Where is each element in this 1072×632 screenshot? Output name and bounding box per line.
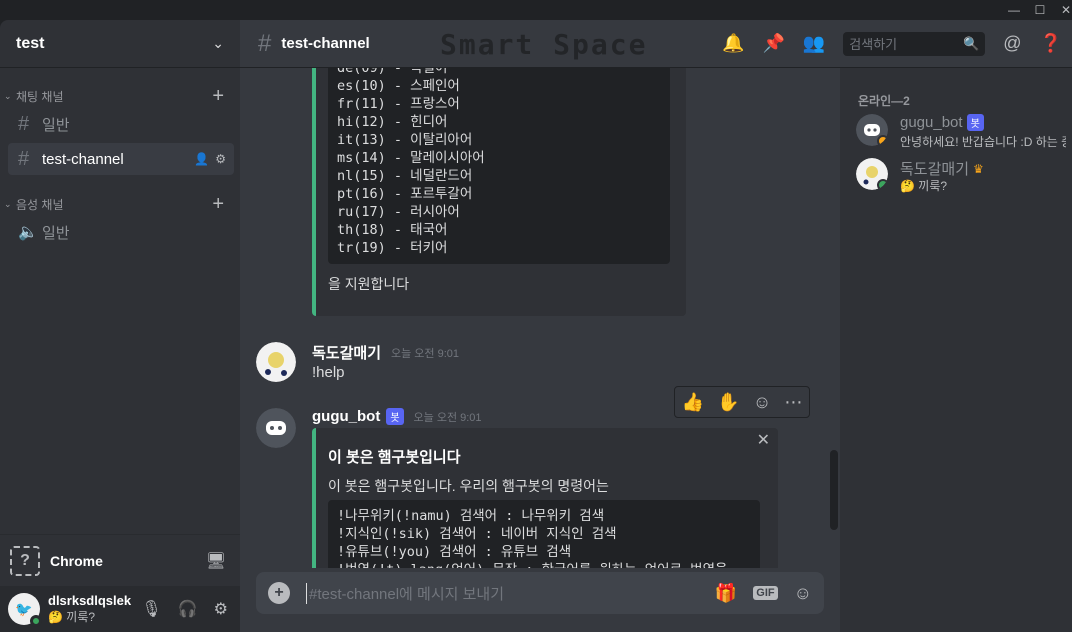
gif-button[interactable]: GIF — [753, 586, 778, 600]
avatar[interactable] — [256, 408, 296, 448]
add-channel-icon[interactable]: + — [212, 86, 224, 106]
channel-item-general[interactable]: # 일반 — [8, 108, 234, 140]
code-block: de(09) - 독일어 es(10) - 스페인어 fr(11) - 프랑스어… — [328, 68, 670, 264]
upload-plus-icon[interactable]: + — [268, 582, 290, 604]
minimize-button[interactable]: — — [1004, 2, 1024, 18]
collapse-arrow-icon: ⌄ — [4, 198, 12, 209]
channel-title: test-channel — [281, 35, 370, 52]
watermark: Smart Space — [440, 28, 648, 61]
embed-footer-text: 을 지원합니다 — [328, 276, 410, 292]
message-actions-toolbar: 👍 ✋ ☺ ⋯ — [674, 386, 810, 418]
gear-icon[interactable]: ⚙ — [215, 152, 226, 166]
online-status-icon — [30, 615, 42, 627]
channel-label: 일반 — [42, 116, 70, 134]
voice-channel-general[interactable]: 🔈 일반 — [8, 216, 234, 248]
server-header[interactable]: test ⌄ — [0, 20, 240, 68]
hash-icon: # — [18, 112, 30, 135]
search-icon: 🔍 — [963, 35, 980, 51]
timestamp: 오늘 오전 9:01 — [391, 347, 460, 360]
headphones-icon[interactable]: 🎧 — [178, 599, 198, 619]
window-titlebar: — ☐ ✕ — [0, 0, 1072, 20]
chevron-down-icon[interactable]: ⌄ — [212, 35, 224, 52]
invite-icon[interactable]: 👤 — [194, 152, 209, 166]
microphone-icon[interactable]: 🎙 — [141, 599, 161, 619]
gear-icon[interactable]: ⚙ — [214, 599, 228, 619]
message-input[interactable]: #test-channel에 메시지 보내기 — [306, 582, 504, 604]
mention-icon[interactable]: @ — [1003, 33, 1021, 54]
avatar[interactable]: 🐦 — [8, 593, 42, 627]
speaker-icon: 🔈 — [18, 224, 38, 241]
channel-label: test-channel — [42, 150, 124, 168]
channel-topbar: # test-channel Smart Space 🔔 📌 👥 검색하기 🔍 … — [240, 20, 1072, 68]
category-label: 음성 채널 — [16, 197, 64, 212]
maximize-button[interactable]: ☐ — [1030, 2, 1050, 18]
username: dlsrksdlqslek — [48, 593, 132, 608]
user-panel: 🐦 dlsrksdlqslek 🤔 끼룩? 🎙 🎧 ⚙ — [0, 586, 240, 632]
member-name: gugu_bot — [900, 114, 963, 131]
bot-badge: 봇 — [966, 114, 984, 131]
channel-label: 일반 — [42, 224, 70, 242]
add-reaction-icon[interactable]: ☺ — [753, 392, 771, 413]
pin-icon[interactable]: 📌 — [762, 33, 784, 54]
code-block: !나무위키(!namu) 검색어 : 나무위키 검색 !지식인(!sik) 검색… — [328, 500, 760, 568]
help-icon[interactable]: ❓ — [1040, 33, 1062, 54]
avatar — [856, 114, 888, 146]
unknown-game-icon: ? — [10, 545, 40, 576]
server-name: test — [16, 34, 45, 52]
avatar[interactable] — [256, 342, 296, 382]
bot-badge: 봇 — [386, 408, 404, 425]
member-list-header: 온라인—2 — [858, 94, 910, 108]
message-composer[interactable]: + #test-channel에 메시지 보내기 🎁 GIF ☺ — [256, 572, 824, 614]
embed: ✕ 이 봇은 햄구봇입니다 이 봇은 햄구봇입니다. 우리의 햄구봇의 명령어는… — [312, 428, 778, 568]
bell-icon[interactable]: 🔔 — [722, 33, 744, 54]
member-list: 온라인—2 gugu_bot 봇 안녕하세요! 반갑습니다 :D 하는 중 독도… — [840, 68, 1072, 632]
embed-title: 이 봇은 햄구봇입니다 — [328, 449, 461, 466]
activity-name: Chrome — [50, 552, 103, 569]
add-channel-icon[interactable]: + — [212, 194, 224, 214]
channel-item-test-channel[interactable]: # test-channel 👤 ⚙ — [8, 143, 234, 175]
embed: de(09) - 독일어 es(10) - 스페인어 fr(11) - 프랑스어… — [312, 68, 686, 316]
timestamp: 오늘 오전 9:01 — [413, 411, 482, 424]
voice-channel-category[interactable]: ⌄ 음성 채널 + — [0, 194, 240, 214]
thumbs-up-icon[interactable]: 👍 — [682, 392, 704, 413]
channel-sidebar: test ⌄ ⌄ 채팅 채널 + # 일반 # test-channel 👤 ⚙… — [0, 20, 240, 632]
screen-share-icon[interactable]: 🖥 — [206, 551, 226, 571]
member-status: 🤔 끼룩? — [900, 179, 948, 193]
hash-icon: # — [18, 147, 30, 170]
gift-icon[interactable]: 🎁 — [715, 583, 737, 604]
close-icon[interactable]: ✕ — [757, 430, 770, 450]
avatar — [856, 158, 888, 190]
message-list: de(09) - 독일어 es(10) - 스페인어 fr(11) - 프랑스어… — [240, 68, 840, 568]
hash-icon: # — [258, 29, 272, 57]
collapse-arrow-icon: ⌄ — [4, 90, 12, 101]
more-icon[interactable]: ⋯ — [784, 392, 802, 413]
member-name: 독도갈매기 — [900, 161, 970, 178]
embed-description: 이 봇은 햄구봇입니다. 우리의 햄구봇의 명령어는 — [328, 478, 609, 494]
crown-icon: ♛ — [973, 161, 984, 176]
search-placeholder: 검색하기 — [849, 37, 898, 52]
category-label: 채팅 채널 — [16, 89, 64, 104]
member-status: 안녕하세요! 반갑습니다 :D 하는 중 — [900, 135, 1066, 149]
message-author[interactable]: gugu_bot — [312, 408, 380, 425]
member-item[interactable]: gugu_bot 봇 안녕하세요! 반갑습니다 :D 하는 중 — [856, 114, 1066, 154]
user-status: 🤔 끼룩? — [48, 610, 96, 624]
emoji-icon[interactable]: ☺ — [794, 583, 812, 604]
text-channel-category[interactable]: ⌄ 채팅 채널 + — [0, 86, 240, 106]
raised-hand-icon[interactable]: ✋ — [717, 392, 739, 413]
members-icon[interactable]: 👥 — [803, 33, 825, 54]
close-window-button[interactable]: ✕ — [1056, 2, 1072, 18]
search-input[interactable]: 검색하기 🔍 — [843, 31, 986, 56]
message-author[interactable]: 독도갈매기 — [312, 342, 381, 363]
member-item[interactable]: 독도갈매기 ♛ 🤔 끼룩? — [856, 158, 1066, 198]
scrollbar[interactable] — [830, 450, 838, 530]
activity-panel: ? Chrome 🖥 — [0, 534, 240, 586]
message-content: !help — [312, 364, 345, 381]
